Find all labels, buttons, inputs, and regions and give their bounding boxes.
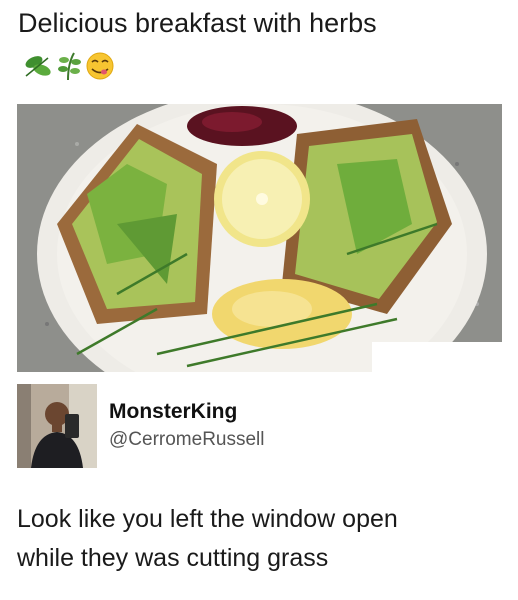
- display-name[interactable]: MonsterKing: [109, 400, 237, 424]
- tweet-card: MonsterKing @CerromeRussell: [17, 384, 487, 470]
- herb-leaf-emoji: [25, 56, 51, 77]
- tweet-text: Look like you left the window open while…: [17, 500, 507, 578]
- yum-face-emoji: [86, 52, 114, 80]
- herb-sprig-emoji: [58, 52, 81, 81]
- avatar[interactable]: [17, 384, 97, 468]
- lemon-slice: [214, 151, 310, 247]
- beet-salad: [187, 106, 297, 146]
- user-handle[interactable]: @CerromeRussell: [109, 429, 265, 451]
- tweet-text-line-1: Look like you left the window open: [17, 505, 398, 533]
- tweet-text-line-2: while they was cutting grass: [17, 544, 329, 572]
- food-photo: [17, 104, 502, 372]
- emoji-row: [25, 52, 114, 81]
- post-title: Delicious breakfast with herbs: [18, 8, 377, 38]
